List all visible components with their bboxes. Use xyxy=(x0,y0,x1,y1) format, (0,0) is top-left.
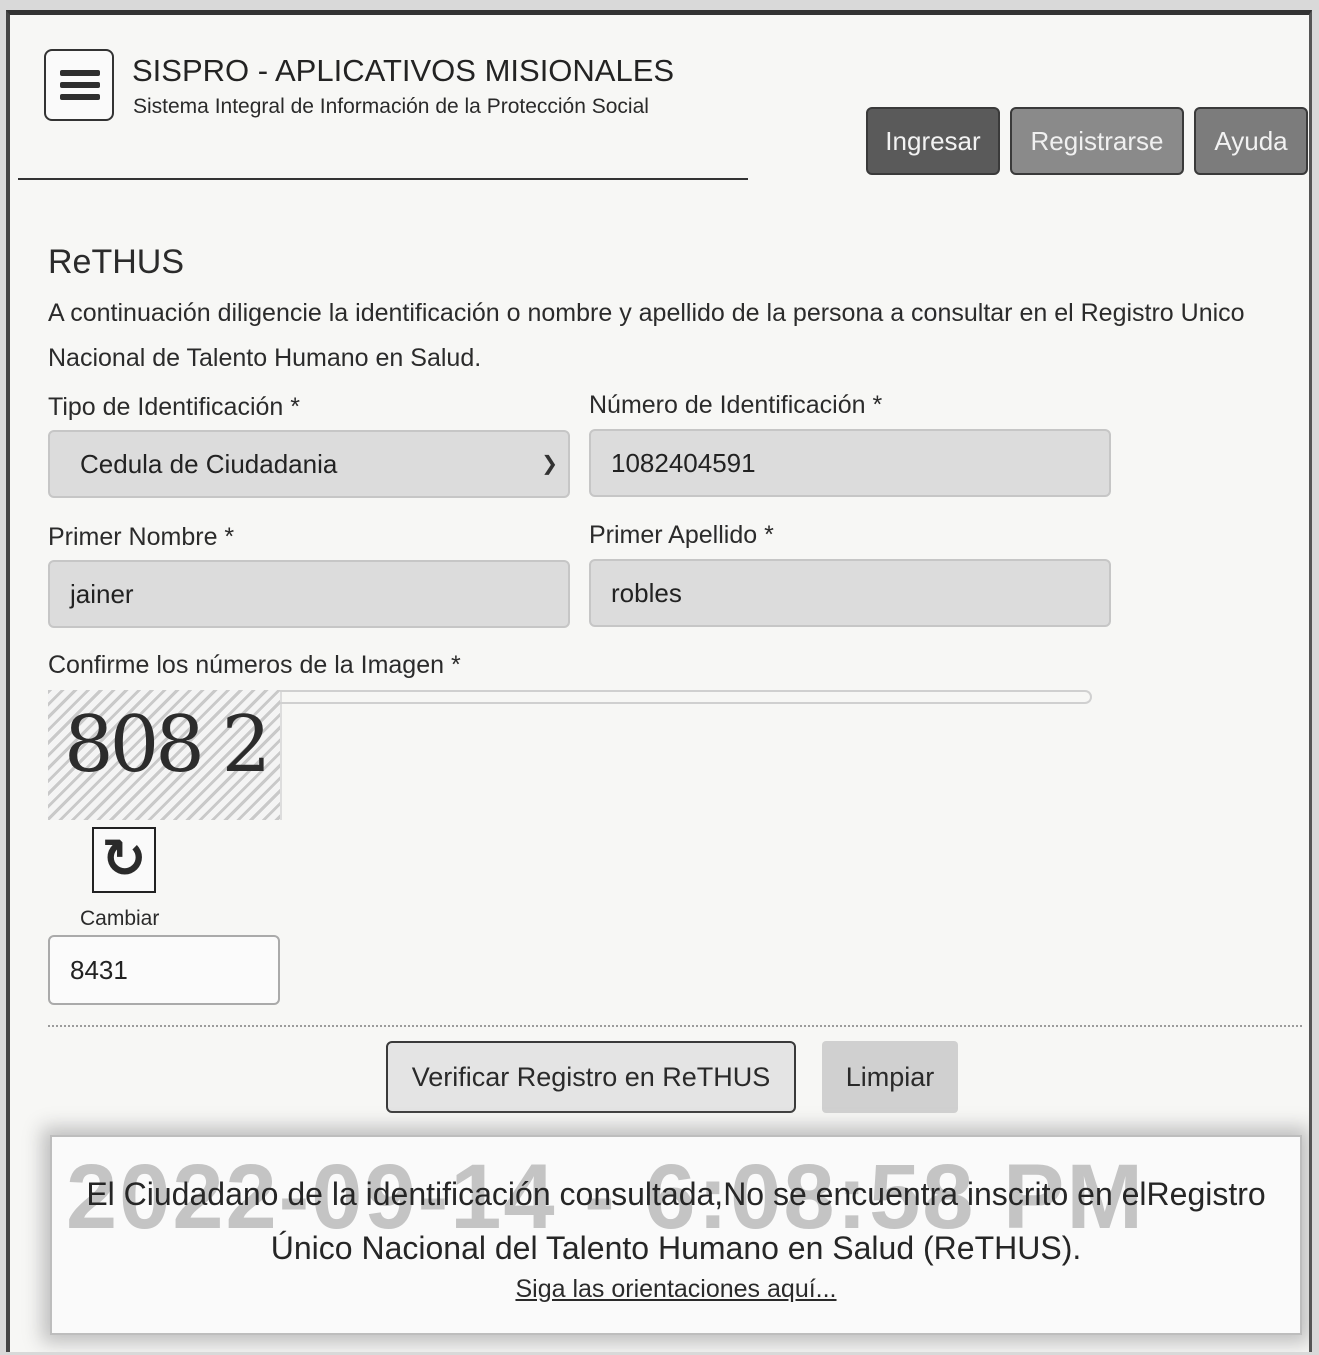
first-surname-label: Primer Apellido * xyxy=(589,521,774,549)
id-number-input[interactable]: 1082404591 xyxy=(589,429,1111,497)
result-message: El Ciudadano de la identificación consul… xyxy=(86,1176,1266,1266)
page-title: ReTHUS xyxy=(48,243,185,281)
first-surname-input[interactable]: robles xyxy=(589,559,1111,627)
header-divider xyxy=(18,178,748,180)
register-button[interactable]: Registrarse xyxy=(1010,107,1184,175)
verify-button[interactable]: Verificar Registro en ReTHUS xyxy=(386,1041,796,1113)
captcha-bar xyxy=(280,690,1092,704)
captcha-image-text: 808 2 xyxy=(64,700,271,790)
captcha-image: 808 2 xyxy=(48,690,282,820)
chevron-down-icon: ❯ xyxy=(541,453,558,475)
guidance-link[interactable]: Siga las orientaciones aquí... xyxy=(52,1275,1300,1304)
first-name-input[interactable]: jainer xyxy=(48,560,570,628)
captcha-label: Confirme los números de la Imagen * xyxy=(48,651,461,679)
clear-button[interactable]: Limpiar xyxy=(822,1041,958,1113)
section-divider xyxy=(48,1025,1302,1027)
hamburger-menu-icon[interactable] xyxy=(44,49,114,121)
login-button[interactable]: Ingresar xyxy=(866,107,1000,175)
help-button[interactable]: Ayuda xyxy=(1194,107,1308,175)
captcha-input[interactable]: 8431 xyxy=(48,935,280,1005)
id-type-label: Tipo de Identificación * xyxy=(48,393,301,421)
app-title: SISPRO - APLICATIVOS MISIONALES xyxy=(132,53,675,88)
id-number-label: Número de Identificación * xyxy=(589,391,883,419)
id-type-select[interactable]: Cedula de Ciudadania ❯ xyxy=(48,430,570,498)
app-subtitle: Sistema Integral de Información de la Pr… xyxy=(133,95,649,118)
refresh-icon[interactable]: ↻ xyxy=(92,827,156,893)
first-name-label: Primer Nombre * xyxy=(48,523,235,551)
result-panel: 2022-09-14 - 6:08:58 PM El Ciudadano de … xyxy=(50,1135,1302,1335)
page-frame: SISPRO - APLICATIVOS MISIONALES Sistema … xyxy=(6,10,1312,1352)
intro-text: A continuación diligencie la identificac… xyxy=(48,299,1245,372)
id-type-value: Cedula de Ciudadania xyxy=(80,449,338,479)
refresh-label[interactable]: Cambiar xyxy=(80,907,159,931)
